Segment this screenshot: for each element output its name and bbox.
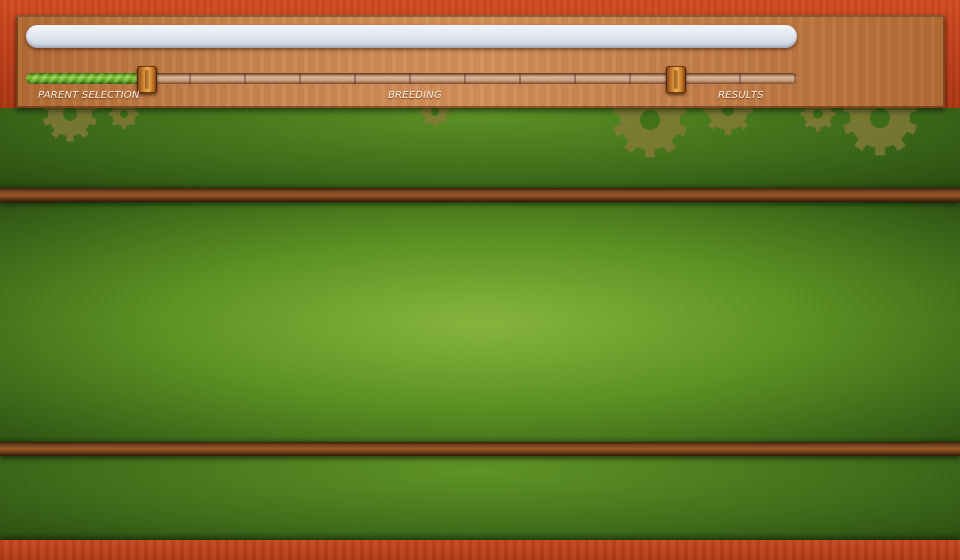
lower-wood-rail xyxy=(0,442,960,456)
search-input[interactable] xyxy=(26,25,797,48)
start-handle[interactable] xyxy=(137,66,158,93)
upper-wood-rail xyxy=(0,188,960,202)
step-label-parent-selection: PARENT SELECTION xyxy=(38,90,140,101)
step-label-breeding: BREEDING xyxy=(388,90,442,101)
bottom-wood-frame xyxy=(0,540,960,560)
game-screen: PARENT SELECTION BREEDING RESULTS xyxy=(0,0,960,560)
end-handle[interactable] xyxy=(665,66,686,93)
gear-icon xyxy=(612,100,688,158)
step-label-results: RESULTS xyxy=(718,90,764,101)
progress-fill xyxy=(26,73,150,84)
gears-decoration xyxy=(42,100,918,158)
bottom-felt-strip xyxy=(0,454,960,542)
main-felt-area xyxy=(0,200,960,446)
gear-icon xyxy=(842,100,918,156)
